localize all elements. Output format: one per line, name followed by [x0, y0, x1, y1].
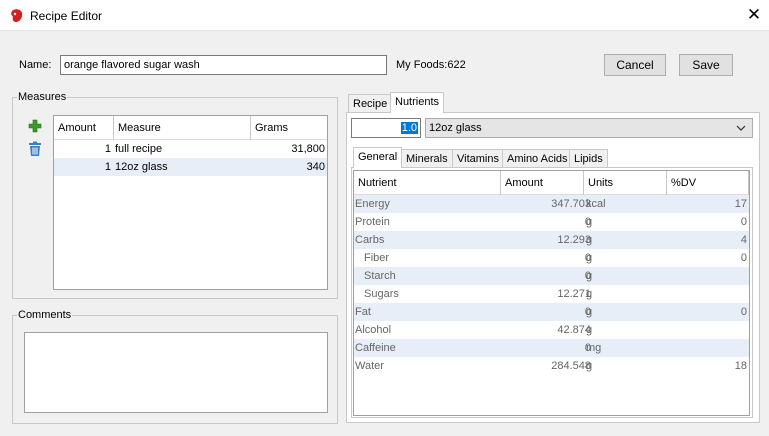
nutrient-amount: 347.703: [551, 198, 591, 210]
nutrient-amount: 12.293: [557, 234, 591, 246]
column-header-dv[interactable]: %DV: [667, 171, 749, 195]
tab-general[interactable]: General: [353, 147, 403, 168]
nutrient-dv: 0: [740, 306, 747, 318]
nutrient-amount: 284.548: [551, 360, 591, 372]
title-bar: [0, 0, 769, 31]
table-row[interactable]: Sugars 12.271 g: [354, 285, 749, 303]
nutrients-table: Nutrient Amount Units %DV Energy 347.703 k…: [353, 170, 750, 416]
nutrient-dv: 0: [740, 216, 747, 228]
save-button[interactable]: Save: [679, 54, 733, 76]
table-row[interactable]: Fat 0 g 0: [354, 303, 749, 321]
nutrient-unit: kcal: [586, 198, 606, 210]
name-label: Name:: [19, 59, 52, 71]
trash-icon[interactable]: [28, 141, 42, 157]
measure-name: 12oz glass: [115, 161, 168, 173]
tab-vitamins[interactable]: Vitamins: [452, 149, 504, 168]
recipe-name-input[interactable]: orange flavored sugar wash: [60, 55, 387, 75]
table-row[interactable]: Fiber 0 g 0: [354, 249, 749, 267]
table-row[interactable]: Energy 347.703 kcal 17: [354, 195, 749, 213]
nutrient-amount: 0: [584, 342, 591, 354]
my-foods-count: My Foods:622: [396, 59, 466, 71]
comments-group-title: Comments: [17, 309, 73, 321]
nutrient-name: Alcohol: [355, 324, 392, 336]
nutrient-unit: g: [586, 216, 593, 228]
nutrient-name: Sugars: [364, 288, 399, 300]
nutrient-unit: g: [586, 252, 593, 264]
table-row[interactable]: Alcohol 42.874 g: [354, 321, 749, 339]
tab-amino-acids[interactable]: Amino Acids: [502, 149, 573, 168]
nutrient-name: Protein: [355, 216, 390, 228]
table-row[interactable]: Protein 0 g 0: [354, 213, 749, 231]
column-header-amount[interactable]: Amount: [501, 171, 584, 195]
chevron-down-icon: [736, 125, 746, 131]
nutrient-unit: mg: [586, 342, 602, 354]
tab-minerals[interactable]: Minerals: [401, 149, 453, 168]
measure-amount: 1: [104, 161, 111, 173]
table-row[interactable]: 1 full recipe 31,800: [54, 140, 327, 158]
window-title: Recipe Editor: [30, 9, 103, 23]
app-logo-icon: [11, 9, 23, 22]
table-row[interactable]: Carbs 12.293 g 4: [354, 231, 749, 249]
nutrient-dv: [667, 339, 747, 357]
table-row[interactable]: Water 284.548 g 18: [354, 357, 749, 375]
measure-amount: 1: [104, 143, 111, 155]
nutrient-amount: 0: [584, 270, 591, 282]
column-header-measure[interactable]: Measure: [114, 116, 251, 140]
nutrient-dv: 17: [734, 198, 747, 210]
comments-textarea[interactable]: [24, 332, 328, 413]
nutrient-unit: g: [586, 360, 593, 372]
measure-name: full recipe: [115, 143, 163, 155]
nutrient-dv: [667, 285, 747, 303]
nutrient-dv: 4: [740, 234, 747, 246]
nutrient-amount: 12.271: [557, 288, 591, 300]
nutrient-name: Fiber: [364, 252, 390, 264]
cancel-button[interactable]: Cancel: [604, 54, 666, 76]
tab-nutrients[interactable]: Nutrients: [390, 92, 445, 113]
nutrient-dv: [667, 321, 747, 339]
close-button[interactable]: ✕: [744, 4, 764, 26]
nutrient-dv: 18: [734, 360, 747, 372]
nutrient-unit: g: [586, 306, 593, 318]
nutrient-name: Starch: [364, 270, 396, 282]
tab-lipids[interactable]: Lipids: [569, 149, 608, 168]
nutrient-name: Caffeine: [355, 342, 396, 354]
plus-icon[interactable]: [28, 119, 42, 133]
nutrient-unit: g: [586, 324, 593, 336]
measures-table-header: Amount Measure Grams: [54, 116, 327, 140]
measure-select-value: 12oz glass: [429, 122, 482, 134]
nutrient-name: Water: [355, 360, 384, 372]
nutrients-table-header: Nutrient Amount Units %DV: [354, 171, 749, 195]
table-row[interactable]: 1 12oz glass 340: [54, 158, 327, 176]
quantity-value: 1.0: [400, 122, 418, 134]
nutrient-amount: 0: [584, 216, 591, 228]
nutrient-unit: g: [586, 270, 593, 282]
measures-group-title: Measures: [17, 91, 68, 103]
nutrient-name: Energy: [355, 198, 390, 210]
measure-grams: 31,800: [291, 143, 325, 155]
nutrient-amount: 0: [584, 252, 591, 264]
measure-select[interactable]: 12oz glass: [425, 118, 753, 138]
nutrient-unit: g: [586, 288, 593, 300]
column-header-amount[interactable]: Amount: [54, 116, 114, 140]
nutrient-name: Carbs: [355, 234, 385, 246]
column-header-grams[interactable]: Grams: [251, 116, 327, 140]
table-row[interactable]: Starch 0 g: [354, 267, 749, 285]
nutrient-dv: [667, 267, 747, 285]
nutrient-name: Fat: [355, 306, 371, 318]
measure-grams: 340: [306, 161, 325, 173]
tab-recipe[interactable]: Recipe: [348, 94, 393, 113]
quantity-input[interactable]: 1.0: [351, 118, 421, 138]
table-row[interactable]: Caffeine 0 mg: [354, 339, 749, 357]
nutrient-unit: g: [586, 234, 593, 246]
column-header-units[interactable]: Units: [584, 171, 667, 195]
column-header-nutrient[interactable]: Nutrient: [354, 171, 501, 195]
measures-table: Amount Measure Grams 1 full recipe 31,80…: [53, 115, 328, 290]
nutrient-dv: 0: [740, 252, 747, 264]
nutrient-amount: 0: [584, 306, 591, 318]
nutrient-amount: 42.874: [557, 324, 591, 336]
